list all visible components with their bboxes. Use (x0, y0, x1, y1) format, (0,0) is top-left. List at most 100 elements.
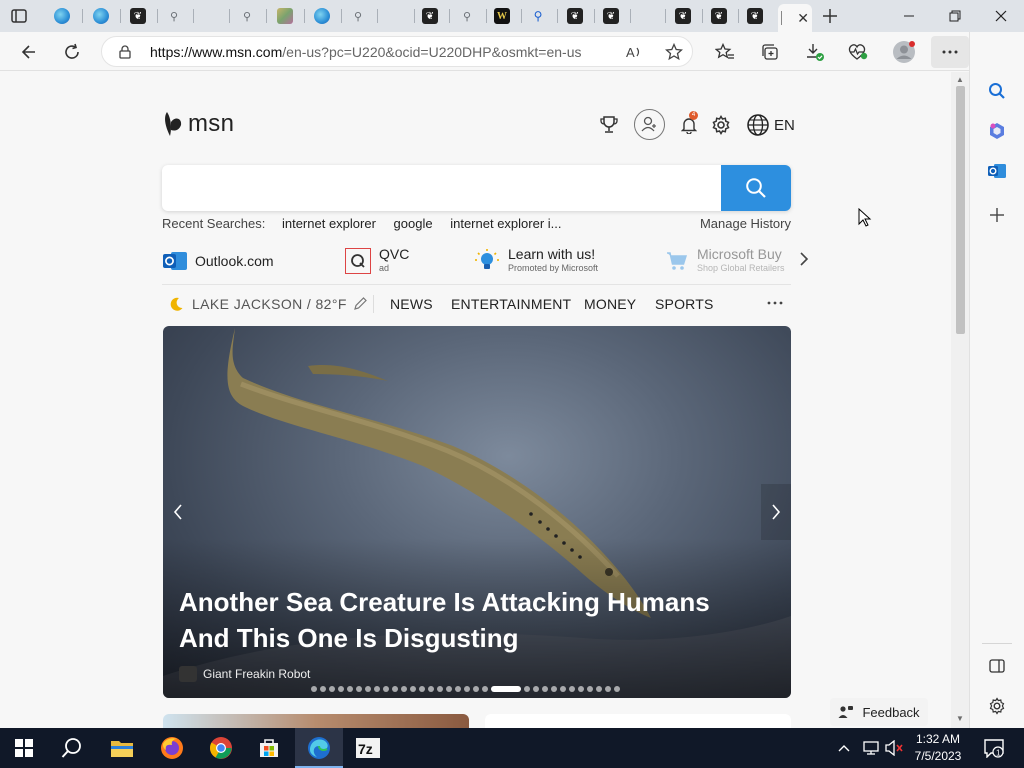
manage-history-link[interactable]: Manage History (700, 216, 791, 231)
volume-muted-icon[interactable] (882, 734, 906, 762)
carousel-dot[interactable] (482, 686, 488, 692)
tab-actions-icon[interactable] (10, 7, 28, 25)
weather-location[interactable]: LAKE JACKSON / 82°F (192, 296, 347, 312)
carousel-dot[interactable] (455, 686, 461, 692)
tab-edge-3[interactable] (304, 4, 340, 28)
settings-gear-icon[interactable] (710, 114, 732, 136)
show-hidden-icons-chevron-icon[interactable] (834, 734, 854, 762)
carousel-dot[interactable] (614, 686, 620, 692)
tab-bing-search[interactable]: ⚲ (520, 4, 556, 28)
recent-search-item[interactable]: google (394, 216, 433, 231)
tab-msn-1[interactable]: ❦ (120, 4, 156, 28)
carousel-dot[interactable] (311, 686, 317, 692)
back-arrow-icon[interactable] (16, 40, 40, 64)
msn-logo[interactable]: msn (162, 110, 234, 138)
carousel-dot[interactable] (446, 686, 452, 692)
profile-avatar-icon[interactable] (891, 39, 917, 65)
lock-icon[interactable] (119, 45, 131, 59)
edge-taskbar-icon[interactable] (305, 734, 333, 762)
carousel-dot[interactable] (560, 686, 566, 692)
recent-search-item[interactable]: internet explorer (282, 216, 376, 231)
search-icon[interactable] (985, 79, 1009, 103)
carousel-dot[interactable] (542, 686, 548, 692)
tab-edge-2[interactable] (83, 4, 119, 28)
page-scrollbar[interactable]: ▲ ▼ (951, 72, 969, 728)
office-icon[interactable] (985, 119, 1009, 143)
trophy-icon[interactable] (598, 114, 620, 136)
carousel-dot[interactable] (587, 686, 593, 692)
carousel-dot[interactable] (356, 686, 362, 692)
hero-carousel[interactable]: Another Sea Creature Is Attacking Humans… (163, 326, 791, 698)
carousel-dot[interactable] (365, 686, 371, 692)
carousel-dot[interactable] (338, 686, 344, 692)
nav-money[interactable]: MONEY (584, 296, 636, 312)
hero-headline[interactable]: Another Sea Creature Is Attacking Humans… (179, 584, 759, 656)
downloads-icon[interactable] (803, 40, 827, 64)
carousel-dot[interactable] (320, 686, 326, 692)
edit-pencil-icon[interactable] (353, 296, 368, 311)
quicklink-qvc[interactable]: QVC ad (345, 242, 409, 280)
tab-image[interactable] (267, 4, 303, 28)
outlook-icon[interactable] (985, 159, 1009, 183)
carousel-dot[interactable] (347, 686, 353, 692)
tab-search-1[interactable]: ⚲ (156, 4, 192, 28)
refresh-icon[interactable] (60, 40, 84, 64)
carousel-dot[interactable] (596, 686, 602, 692)
carousel-dot[interactable] (524, 686, 530, 692)
carousel-dot[interactable] (383, 686, 389, 692)
7zip-icon[interactable]: 7z (354, 734, 382, 762)
scroll-up-icon[interactable]: ▲ (956, 75, 964, 84)
carousel-dot[interactable] (578, 686, 584, 692)
action-center-icon[interactable]: 1 (980, 734, 1008, 762)
tab-search-4[interactable]: ⚲ (449, 4, 485, 28)
carousel-prev-icon[interactable] (163, 484, 193, 540)
news-card[interactable] (163, 714, 469, 728)
carousel-dot[interactable] (374, 686, 380, 692)
news-card[interactable] (485, 714, 791, 728)
carousel-dot[interactable] (401, 686, 407, 692)
tab-wiki[interactable]: W (484, 4, 520, 28)
new-tab-icon[interactable] (818, 4, 842, 28)
settings-more-icon[interactable] (931, 36, 969, 68)
carousel-dot[interactable] (464, 686, 470, 692)
carousel-dot[interactable] (419, 686, 425, 692)
tab-microsoft[interactable] (628, 4, 664, 28)
recent-search-item[interactable]: internet explorer i... (450, 216, 561, 231)
nav-entertainment[interactable]: ENTERTAINMENT (451, 296, 571, 312)
language-selector[interactable]: EN (746, 112, 795, 138)
quicklink-learn[interactable]: Learn with us! Promoted by Microsoft (474, 242, 598, 280)
carousel-dot[interactable] (551, 686, 557, 692)
carousel-dot[interactable] (491, 686, 521, 692)
carousel-next-icon[interactable] (761, 484, 791, 540)
taskbar-search-icon[interactable] (58, 734, 86, 762)
notifications-bell-icon[interactable]: 4 (679, 111, 699, 135)
firefox-icon[interactable] (158, 734, 186, 762)
hide-sidebar-icon[interactable] (985, 654, 1009, 678)
minimize-icon[interactable] (886, 0, 932, 32)
tab-active-msn[interactable]: ✕ (778, 4, 812, 32)
scroll-down-icon[interactable]: ▼ (956, 714, 964, 723)
search-submit-button[interactable] (721, 165, 791, 211)
carousel-dot[interactable] (392, 686, 398, 692)
carousel-dot[interactable] (473, 686, 479, 692)
scroll-thumb[interactable] (956, 86, 965, 334)
carousel-dot[interactable] (533, 686, 539, 692)
tab-search-2[interactable]: ⚲ (229, 4, 265, 28)
restore-icon[interactable] (932, 0, 978, 32)
feedback-button[interactable]: Feedback (830, 698, 928, 726)
tab-msn-4[interactable]: ❦ (593, 4, 629, 28)
tab-page-1[interactable] (192, 4, 228, 89)
nav-news[interactable]: NEWS (390, 296, 433, 312)
tab-search-3[interactable]: ⚲ (340, 4, 376, 28)
close-window-icon[interactable] (978, 0, 1024, 32)
collections-icon[interactable] (758, 40, 782, 64)
favorites-icon[interactable] (713, 40, 737, 64)
add-icon[interactable] (985, 203, 1009, 227)
carousel-dot[interactable] (569, 686, 575, 692)
search-input[interactable] (174, 173, 714, 203)
hero-source[interactable]: Giant Freakin Robot (179, 666, 310, 682)
tab-msn-3[interactable]: ❦ (557, 4, 593, 28)
browser-essentials-icon[interactable] (846, 40, 870, 64)
more-options-icon[interactable] (767, 301, 783, 305)
sidebar-settings-icon[interactable] (985, 694, 1009, 718)
